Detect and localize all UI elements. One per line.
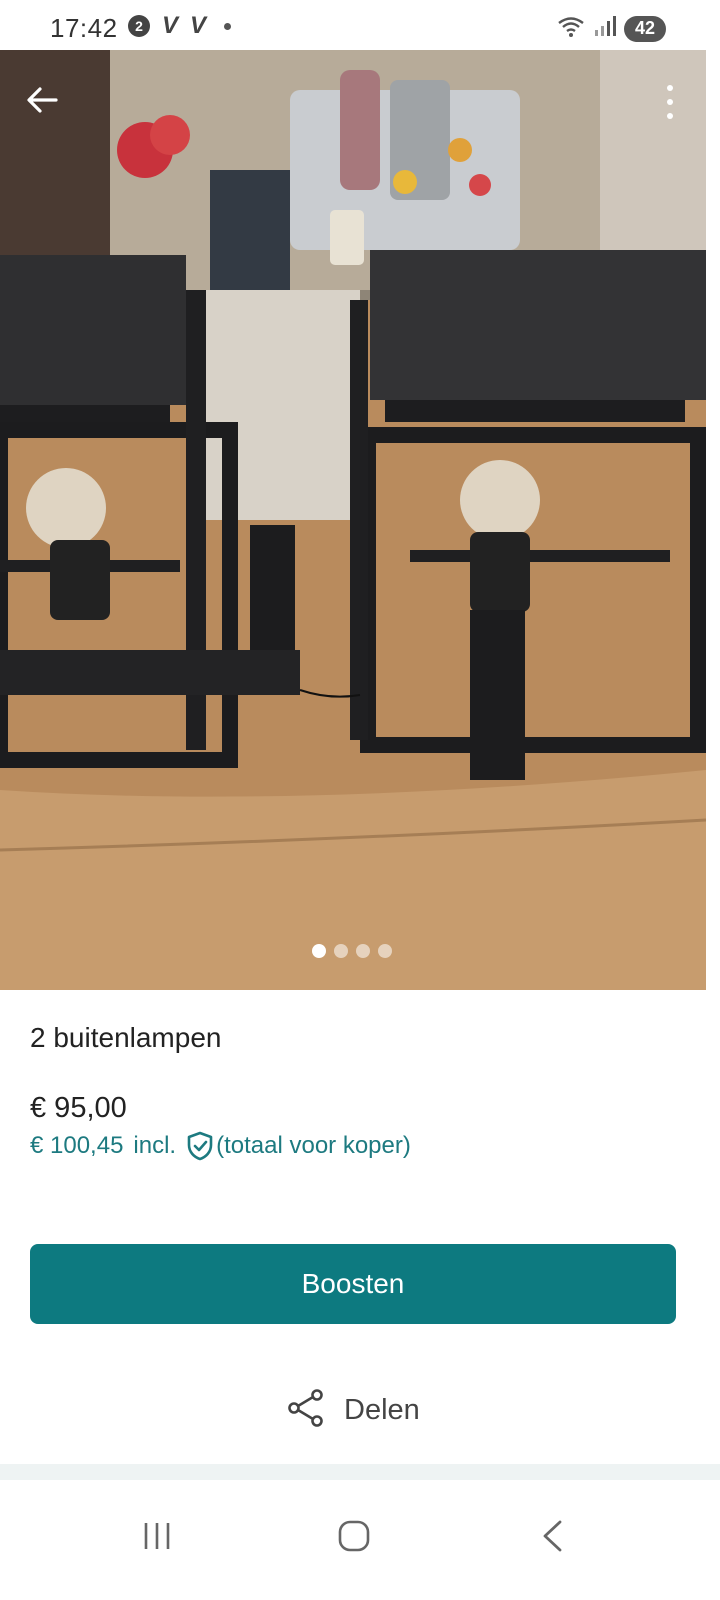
back-button[interactable] [20, 80, 64, 124]
more-vert-dot [667, 99, 673, 105]
wifi-icon [556, 14, 586, 43]
recents-icon [141, 1521, 173, 1556]
price-incl-buyer-protection[interactable]: € 100,45 incl. (totaal voor koper) [30, 1131, 411, 1161]
listing-title: 2 buitenlampen [30, 1022, 222, 1053]
photo-pager[interactable] [312, 944, 392, 958]
more-notifications-icon [224, 22, 232, 30]
share-label: Delen [344, 1394, 420, 1426]
shield-check-icon [186, 1131, 214, 1161]
listing-price: € 95,00 [30, 1092, 127, 1124]
signal-icon [594, 14, 616, 43]
home-icon [337, 1519, 371, 1558]
pager-dot[interactable] [356, 944, 370, 958]
back-icon [540, 1519, 564, 1558]
battery-icon: 42 [624, 15, 666, 42]
section-divider [0, 1464, 720, 1480]
status-time: 17:42 [50, 13, 118, 43]
app-notification-icon: V [162, 12, 179, 39]
share-button[interactable]: Delen [286, 1388, 420, 1433]
status-notification-icons: 2 V V [128, 12, 232, 39]
app-notification-icon: V [190, 12, 207, 39]
system-nav-bar [0, 1480, 720, 1600]
price-incl-amount: € 100,45 [30, 1132, 124, 1159]
status-system-icons: 42 [556, 14, 666, 43]
price-incl-label: incl. [133, 1132, 177, 1159]
pager-dot[interactable] [334, 944, 348, 958]
photo-edge [706, 50, 720, 990]
status-bar: 17:42 2 V V 42 [0, 0, 720, 50]
price-incl-note: (totaal voor koper) [216, 1132, 411, 1159]
recents-button[interactable] [127, 1508, 187, 1568]
more-vert-dot [667, 113, 673, 119]
pager-dot-active[interactable] [312, 944, 326, 958]
notification-badge: 2 [128, 15, 150, 37]
more-options-button[interactable] [658, 78, 682, 126]
share-icon [286, 1388, 326, 1433]
listing-photo[interactable] [0, 50, 706, 990]
nav-back-button[interactable] [522, 1508, 582, 1568]
home-button[interactable] [324, 1508, 384, 1568]
boost-button[interactable]: Boosten [30, 1244, 676, 1324]
more-vert-icon [667, 85, 673, 91]
lamps-photo-illustration [0, 50, 706, 990]
back-arrow-icon [24, 82, 60, 123]
pager-dot[interactable] [378, 944, 392, 958]
